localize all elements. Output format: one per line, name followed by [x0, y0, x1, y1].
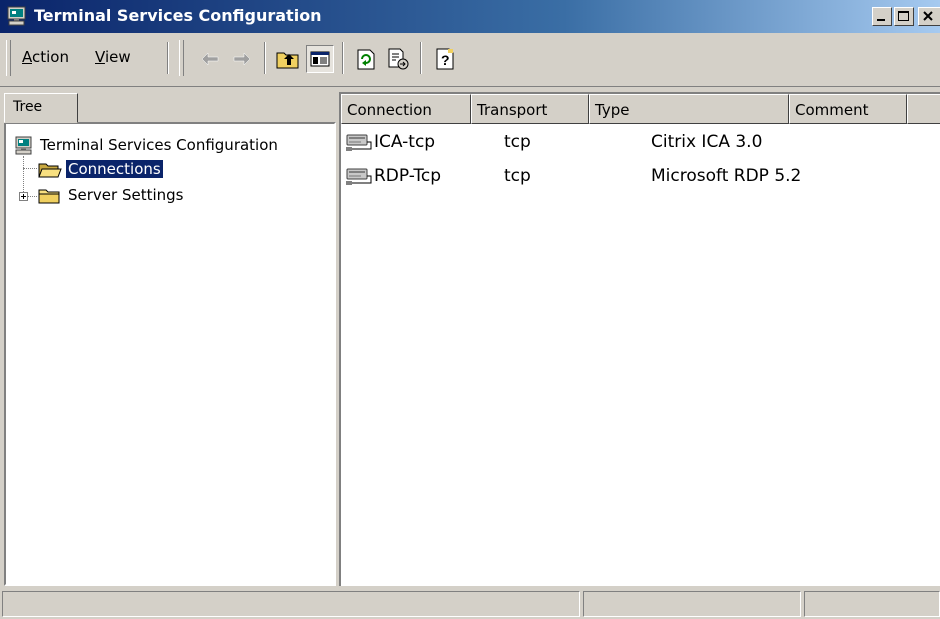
plus-icon	[21, 194, 26, 199]
minimize-button[interactable]	[872, 7, 892, 26]
terminal-services-icon	[7, 6, 26, 26]
maximize-button[interactable]	[894, 7, 914, 26]
folder-icon	[38, 189, 60, 204]
column-header-comment[interactable]: Comment	[789, 94, 907, 124]
status-bar	[0, 588, 940, 619]
menu-view[interactable]: View	[95, 48, 131, 66]
connection-icon	[346, 168, 372, 185]
svg-text:?: ?	[441, 52, 450, 68]
console-tree[interactable]: Terminal Services Configuration Connecti…	[4, 122, 336, 586]
forward-arrow-icon[interactable]	[228, 45, 256, 73]
tree-connector	[23, 168, 37, 169]
show-hide-console-tree-icon	[310, 51, 330, 67]
tree-connector	[23, 156, 24, 196]
tab-tree[interactable]: Tree	[4, 93, 78, 123]
toolbar-grip[interactable]	[179, 40, 184, 76]
status-panel	[804, 591, 940, 617]
tree-item-label: Server Settings	[68, 186, 184, 204]
cell-type: Microsoft RDP 5.2	[651, 166, 802, 186]
list-row-ica-tcp[interactable]: ICA-tcp tcp Citrix ICA 3.0	[341, 129, 940, 155]
tree-connector	[28, 196, 37, 197]
toolbar-separator	[167, 42, 169, 74]
status-panel	[583, 591, 801, 617]
cell-type: Citrix ICA 3.0	[651, 132, 763, 152]
cell-transport: tcp	[504, 166, 531, 186]
cell-connection: ICA-tcp	[374, 132, 436, 152]
toolbar-separator	[264, 42, 266, 74]
refresh-icon[interactable]	[352, 45, 380, 73]
results-list[interactable]: Connection Transport Type Comment ICA-tc…	[339, 92, 940, 586]
export-list-icon[interactable]	[384, 45, 412, 73]
cell-connection: RDP-Tcp	[374, 166, 441, 186]
list-row-rdp-tcp[interactable]: RDP-Tcp tcp Microsoft RDP 5.2	[341, 163, 940, 189]
connection-icon	[346, 134, 372, 151]
menu-action[interactable]: Action	[22, 48, 69, 66]
expand-toggle[interactable]	[19, 192, 28, 201]
toolbar-separator	[342, 42, 344, 74]
minimize-icon	[877, 19, 885, 21]
help-icon[interactable]: ?	[432, 45, 460, 73]
title-bar[interactable]: Terminal Services Configuration	[0, 0, 940, 33]
maximize-icon	[898, 11, 909, 21]
column-header-type[interactable]: Type	[589, 94, 789, 124]
terminal-services-icon	[15, 136, 32, 155]
back-arrow-icon[interactable]	[196, 45, 224, 73]
column-header-connection[interactable]: Connection	[341, 94, 471, 124]
open-folder-icon	[38, 163, 62, 178]
toolbar-separator	[420, 42, 422, 74]
close-icon	[923, 11, 933, 21]
show-hide-console-tree-button[interactable]	[306, 45, 334, 73]
cell-transport: tcp	[504, 132, 531, 152]
tree-item-label: Terminal Services Configuration	[40, 136, 278, 154]
toolbar: Action View ?	[0, 33, 940, 87]
column-header-transport[interactable]: Transport	[471, 94, 589, 124]
close-button[interactable]	[918, 7, 940, 26]
tree-item-label: Connections	[65, 159, 164, 179]
toolbar-grip[interactable]	[6, 40, 11, 76]
status-panel	[2, 591, 580, 617]
up-one-level-icon[interactable]	[274, 45, 302, 73]
window-title: Terminal Services Configuration	[34, 6, 322, 25]
column-header-filler	[907, 94, 940, 124]
tab-tree-label: Tree	[13, 99, 43, 115]
